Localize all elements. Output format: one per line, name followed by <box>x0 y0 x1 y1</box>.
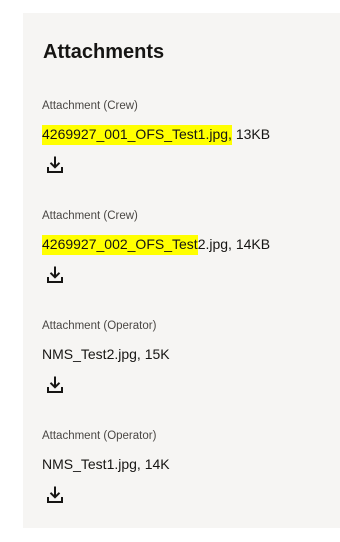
download-button[interactable] <box>44 374 66 396</box>
attachment-item: Attachment (Crew) 4269927_002_OFS_Test2.… <box>42 209 332 309</box>
filename-rest: 13KB <box>231 126 271 142</box>
attachment-item: Attachment (Operator) NMS_Test1.jpg, 14K <box>42 429 332 529</box>
attachment-filename: NMS_Test1.jpg, 14K <box>42 455 170 473</box>
attachment-filename: 4269927_001_OFS_Test1.jpg, 13KB <box>42 125 271 145</box>
attachment-filename: 4269927_002_OFS_Test2.jpg, 14KB <box>42 235 271 255</box>
download-button[interactable] <box>44 264 66 286</box>
download-icon <box>47 266 63 283</box>
attachment-item: Attachment (Crew) 4269927_001_OFS_Test1.… <box>42 99 332 199</box>
attachment-label: Attachment (Operator) <box>42 320 157 332</box>
download-button[interactable] <box>44 154 66 176</box>
download-icon <box>47 376 63 393</box>
attachments-panel: Attachments Attachment (Crew) 4269927_00… <box>23 13 340 528</box>
filename-rest: NMS_Test1.jpg, 14K <box>42 456 170 472</box>
highlighted-text: 4269927_002_OFS_Test <box>42 235 198 255</box>
attachment-label: Attachment (Crew) <box>42 210 138 222</box>
attachment-label: Attachment (Crew) <box>42 100 138 112</box>
attachment-label: Attachment (Operator) <box>42 430 157 442</box>
panel-title: Attachments <box>43 41 165 63</box>
attachment-item: Attachment (Operator) NMS_Test2.jpg, 15K <box>42 319 332 419</box>
filename-rest: NMS_Test2.jpg, 15K <box>42 346 170 362</box>
download-icon <box>47 156 63 173</box>
download-button[interactable] <box>44 484 66 506</box>
filename-rest: 2.jpg, 14KB <box>197 236 271 252</box>
download-icon <box>47 486 63 503</box>
attachment-filename: NMS_Test2.jpg, 15K <box>42 345 170 363</box>
highlighted-text: 4269927_001_OFS_Test1.jpg, <box>42 125 232 145</box>
